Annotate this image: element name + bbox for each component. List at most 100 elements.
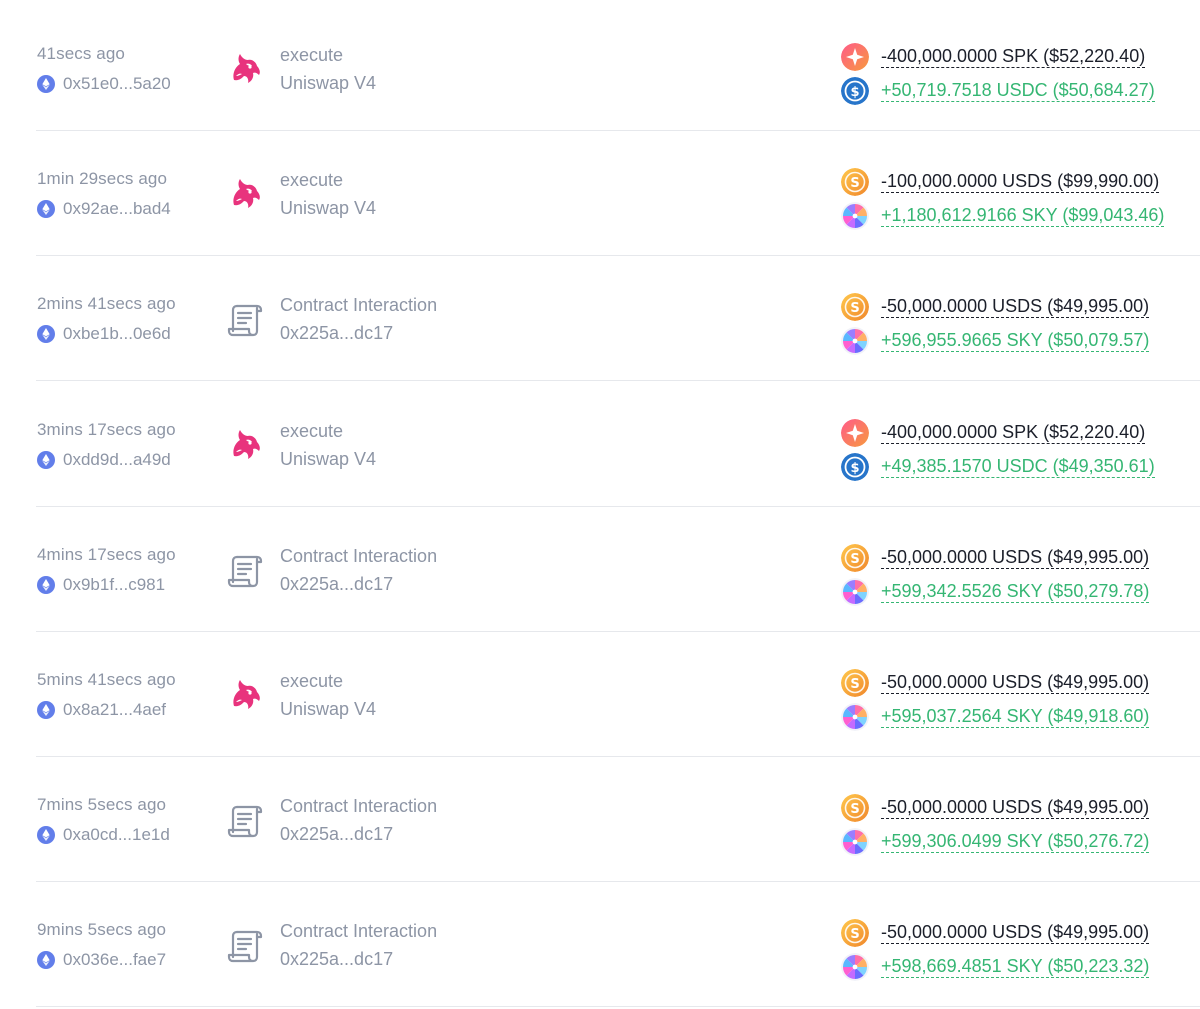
tx-hash: 0xdd9d...a49d <box>63 450 171 469</box>
usdc-token-icon: $ <box>841 453 869 481</box>
token-transfers: S -50,000.0000 USDS ($49,995.00) +598,66… <box>841 916 1150 984</box>
transaction-row: 9mins 5secs ago 0x036e...fae7 Contract I… <box>36 882 1200 1007</box>
transfer-in-amount[interactable]: +598,669.4851 SKY ($50,223.32) <box>881 956 1150 978</box>
usds-token-icon: S <box>841 669 869 697</box>
transfer-out-amount[interactable]: -50,000.0000 USDS ($49,995.00) <box>881 672 1150 694</box>
usdc-token-icon: $ <box>841 77 869 105</box>
tx-target-link[interactable]: 0x225a...dc17 <box>280 824 393 845</box>
usds-token-icon: S <box>841 544 869 572</box>
tx-target-link[interactable]: Uniswap V4 <box>280 699 376 720</box>
tx-time: 3mins 17secs ago <box>37 420 176 439</box>
tx-target-link[interactable]: Uniswap V4 <box>280 73 376 94</box>
transfer-in-amount[interactable]: +50,719.7518 USDC ($50,684.27) <box>881 80 1155 102</box>
spk-token-icon <box>841 419 869 447</box>
tx-method: Contract Interaction <box>280 796 438 816</box>
tx-method: execute <box>280 45 344 65</box>
transaction-row: 4mins 17secs ago 0x9b1f...c981 Contract … <box>36 507 1200 632</box>
transfer-out-amount[interactable]: -50,000.0000 USDS ($49,995.00) <box>881 296 1150 318</box>
transaction-row: 2mins 41secs ago 0xbe1b...0e6d Contract … <box>36 256 1200 381</box>
spk-token-icon <box>841 43 869 71</box>
svg-text:S: S <box>850 927 859 942</box>
sky-token-icon <box>841 578 869 606</box>
sky-token-icon <box>841 327 869 355</box>
tx-hash: 0xa0cd...1e1d <box>63 825 170 844</box>
svg-text:$: $ <box>850 461 859 476</box>
tx-hash-link[interactable]: 0x9b1f...c981 <box>37 575 165 595</box>
transfer-in: +1,180,612.9166 SKY ($99,043.46) <box>841 199 1165 233</box>
tx-target-link[interactable]: 0x225a...dc17 <box>280 323 393 344</box>
transfer-out: S -50,000.0000 USDS ($49,995.00) <box>841 541 1150 575</box>
sky-token-icon <box>841 828 869 856</box>
token-transfers: S -50,000.0000 USDS ($49,995.00) +596,95… <box>841 290 1150 358</box>
svg-text:$: $ <box>850 85 859 100</box>
ethereum-icon <box>37 576 55 594</box>
transfer-out-amount[interactable]: -50,000.0000 USDS ($49,995.00) <box>881 547 1150 569</box>
transfer-in: +596,955.9665 SKY ($50,079.57) <box>841 324 1150 358</box>
token-transfers: S -50,000.0000 USDS ($49,995.00) +599,30… <box>841 791 1150 859</box>
uniswap-unicorn-icon <box>226 426 266 466</box>
tx-method: Contract Interaction <box>280 546 438 566</box>
ethereum-icon <box>37 75 55 93</box>
ethereum-icon <box>37 826 55 844</box>
token-transfers: -400,000.0000 SPK ($52,220.40) $ +49,385… <box>841 416 1155 484</box>
transfer-out-amount[interactable]: -400,000.0000 SPK ($52,220.40) <box>881 422 1146 444</box>
transaction-list: 41secs ago 0x51e0...5a20 execute Uniswap… <box>0 0 1200 1009</box>
transfer-in-amount[interactable]: +595,037.2564 SKY ($49,918.60) <box>881 706 1150 728</box>
tx-hash-link[interactable]: 0x036e...fae7 <box>37 950 166 970</box>
tx-hash: 0x92ae...bad4 <box>63 199 171 218</box>
tx-hash-link[interactable]: 0x51e0...5a20 <box>37 74 171 94</box>
transfer-out: -400,000.0000 SPK ($52,220.40) <box>841 40 1155 74</box>
sky-token-icon <box>841 703 869 731</box>
transaction-row: 1min 29secs ago 0x92ae...bad4 execute Un… <box>36 131 1200 256</box>
ethereum-icon <box>37 701 55 719</box>
tx-time: 1min 29secs ago <box>37 169 168 188</box>
transfer-out: S -100,000.0000 USDS ($99,990.00) <box>841 165 1164 199</box>
tx-time: 41secs ago <box>37 44 125 63</box>
transaction-row: 7mins 5secs ago 0xa0cd...1e1d Contract I… <box>36 757 1200 882</box>
transfer-out-amount[interactable]: -100,000.0000 USDS ($99,990.00) <box>881 171 1160 193</box>
tx-target-link[interactable]: 0x225a...dc17 <box>280 949 393 970</box>
contract-scroll-icon <box>226 551 266 591</box>
transfer-out: S -50,000.0000 USDS ($49,995.00) <box>841 290 1150 324</box>
tx-method: Contract Interaction <box>280 921 438 941</box>
tx-hash-link[interactable]: 0x92ae...bad4 <box>37 199 171 219</box>
tx-hash: 0x036e...fae7 <box>63 950 167 969</box>
tx-hash: 0x9b1f...c981 <box>63 575 166 594</box>
transfer-in-amount[interactable]: +599,306.0499 SKY ($50,276.72) <box>881 831 1150 853</box>
tx-target-link[interactable]: Uniswap V4 <box>280 198 376 219</box>
transfer-out-amount[interactable]: -50,000.0000 USDS ($49,995.00) <box>881 797 1150 819</box>
transfer-out-amount[interactable]: -50,000.0000 USDS ($49,995.00) <box>881 922 1150 944</box>
transfer-out: S -50,000.0000 USDS ($49,995.00) <box>841 916 1150 950</box>
transfer-out-amount[interactable]: -400,000.0000 SPK ($52,220.40) <box>881 46 1146 68</box>
tx-target-link[interactable]: Uniswap V4 <box>280 449 376 470</box>
svg-text:S: S <box>850 301 859 316</box>
transfer-in-amount[interactable]: +49,385.1570 USDC ($49,350.61) <box>881 456 1155 478</box>
transfer-in-amount[interactable]: +1,180,612.9166 SKY ($99,043.46) <box>881 205 1165 227</box>
tx-method: execute <box>280 421 344 441</box>
svg-text:S: S <box>850 176 859 191</box>
transfer-out: S -50,000.0000 USDS ($49,995.00) <box>841 666 1150 700</box>
transfer-in-amount[interactable]: +599,342.5526 SKY ($50,279.78) <box>881 581 1150 603</box>
ethereum-icon <box>37 200 55 218</box>
tx-hash-link[interactable]: 0xa0cd...1e1d <box>37 825 170 845</box>
transaction-row: 5mins 41secs ago 0x8a21...4aef execute U… <box>36 632 1200 757</box>
tx-hash: 0x8a21...4aef <box>63 700 167 719</box>
usds-token-icon: S <box>841 919 869 947</box>
transfer-in: +599,306.0499 SKY ($50,276.72) <box>841 825 1150 859</box>
tx-time: 4mins 17secs ago <box>37 545 176 564</box>
transfer-in: +598,669.4851 SKY ($50,223.32) <box>841 950 1150 984</box>
uniswap-unicorn-icon <box>226 50 266 90</box>
tx-target-link[interactable]: 0x225a...dc17 <box>280 574 393 595</box>
sky-token-icon <box>841 953 869 981</box>
svg-text:S: S <box>850 677 859 692</box>
ethereum-icon <box>37 451 55 469</box>
transfer-out: -400,000.0000 SPK ($52,220.40) <box>841 416 1155 450</box>
transfer-in-amount[interactable]: +596,955.9665 SKY ($50,079.57) <box>881 330 1150 352</box>
tx-hash: 0xbe1b...0e6d <box>63 324 171 343</box>
ethereum-icon <box>37 325 55 343</box>
tx-hash-link[interactable]: 0xdd9d...a49d <box>37 450 171 470</box>
transfer-in: $ +49,385.1570 USDC ($49,350.61) <box>841 450 1155 484</box>
tx-hash-link[interactable]: 0xbe1b...0e6d <box>37 324 171 344</box>
ethereum-icon <box>37 951 55 969</box>
tx-hash-link[interactable]: 0x8a21...4aef <box>37 700 166 720</box>
